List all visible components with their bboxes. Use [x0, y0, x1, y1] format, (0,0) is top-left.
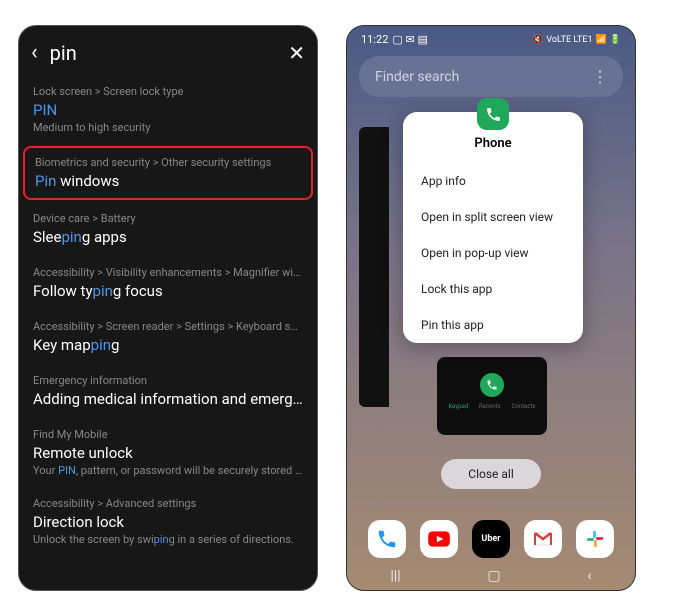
- result-breadcrumb: Find My Mobile: [33, 428, 303, 441]
- dock-slack-icon[interactable]: [576, 520, 614, 558]
- phone-app-icon[interactable]: [477, 98, 509, 130]
- battery-icon: 🔋: [610, 35, 621, 45]
- phone-fab-icon: [480, 373, 504, 397]
- finder-placeholder: Finder search: [375, 69, 459, 85]
- dock-uber-icon[interactable]: Uber: [472, 520, 510, 558]
- search-result-item[interactable]: Accessibility > Screen reader > Settings…: [19, 310, 317, 364]
- recent-card-background[interactable]: [359, 127, 389, 407]
- result-breadcrumb: Accessibility > Screen reader > Settings…: [33, 320, 303, 333]
- search-result-item[interactable]: Biometrics and security > Other security…: [23, 146, 313, 200]
- result-title: Key mapping: [33, 336, 303, 354]
- context-menu-item[interactable]: Open in split screen view: [403, 199, 583, 235]
- status-bar: 11:22 ▢ ✉ ▤ 🔇 VoLTE LTE1 📶 🔋: [347, 26, 635, 50]
- mute-icon: 🔇: [532, 35, 543, 45]
- result-breadcrumb: Accessibility > Visibility enhancements …: [33, 266, 303, 279]
- network-label: VoLTE LTE1: [546, 35, 592, 45]
- result-breadcrumb: Device care > Battery: [33, 212, 303, 225]
- search-result-item[interactable]: Accessibility > Visibility enhancements …: [19, 256, 317, 310]
- recents-screen: 11:22 ▢ ✉ ▤ 🔇 VoLTE LTE1 📶 🔋 Finder sear…: [346, 25, 636, 591]
- result-title: Remote unlock: [33, 444, 303, 462]
- result-title: Follow typing focus: [33, 282, 303, 300]
- navigation-bar: ||| ▢ ‹: [347, 562, 635, 590]
- search-input[interactable]: pin: [50, 41, 277, 65]
- back-icon[interactable]: ‹: [31, 40, 38, 65]
- result-subtitle: Medium to high security: [33, 121, 303, 134]
- search-result-item[interactable]: Device care > Battery Sleeping apps: [19, 202, 317, 256]
- result-breadcrumb: Emergency information: [33, 374, 303, 387]
- status-icons-left: ▢ ✉ ▤: [392, 33, 427, 46]
- settings-search-screen: ‹ pin ✕ Lock screen > Screen lock type PI…: [18, 25, 318, 591]
- nav-home-icon[interactable]: ▢: [467, 564, 520, 588]
- recent-app-card[interactable]: Keypad Recents Contacts: [437, 357, 547, 435]
- dock-youtube-icon[interactable]: [420, 520, 458, 558]
- result-breadcrumb: Accessibility > Advanced settings: [33, 497, 303, 510]
- search-result-item[interactable]: Emergency information Adding medical info…: [19, 364, 317, 418]
- signal-icon: 📶: [596, 35, 607, 45]
- dock: Uber: [347, 520, 635, 558]
- search-results: Lock screen > Screen lock type PIN Medium …: [19, 75, 317, 564]
- search-result-item[interactable]: Lock screen > Screen lock type PIN Medium …: [19, 75, 317, 144]
- result-title: Pin windows: [35, 172, 301, 190]
- search-header: ‹ pin ✕: [19, 26, 317, 75]
- result-title: Adding medical information and emerg…: [33, 390, 303, 408]
- clock: 11:22: [361, 33, 388, 46]
- result-title: PIN: [33, 101, 303, 119]
- result-breadcrumb: Biometrics and security > Other security…: [35, 156, 301, 169]
- result-breadcrumb: Lock screen > Screen lock type: [33, 85, 303, 98]
- clear-search-icon[interactable]: ✕: [288, 41, 305, 65]
- result-title: Direction lock: [33, 513, 303, 531]
- context-menu-title: Phone: [403, 130, 583, 163]
- search-result-item[interactable]: Find My Mobile Remote unlock Your PIN, pat…: [19, 418, 317, 487]
- dock-phone-icon[interactable]: [368, 520, 406, 558]
- nav-recents-icon[interactable]: |||: [370, 564, 420, 588]
- close-all-button[interactable]: Close all: [441, 459, 541, 489]
- more-options-icon[interactable]: ⋮: [592, 67, 607, 86]
- context-menu-item[interactable]: Pin this app: [403, 307, 583, 343]
- app-context-menu: Phone App infoOpen in split screen viewO…: [403, 112, 583, 343]
- dock-gmail-icon[interactable]: [524, 520, 562, 558]
- finder-search-bar[interactable]: Finder search ⋮: [359, 56, 623, 97]
- result-title: Sleeping apps: [33, 228, 303, 246]
- result-subtitle: Unlock the screen by swiping in a series…: [33, 533, 303, 546]
- context-menu-item[interactable]: Open in pop-up view: [403, 235, 583, 271]
- result-subtitle: Your PIN, pattern, or password will be s…: [33, 464, 303, 477]
- recents-area: Phone App infoOpen in split screen viewO…: [347, 107, 635, 447]
- nav-back-icon[interactable]: ‹: [567, 564, 611, 588]
- context-menu-item[interactable]: Lock this app: [403, 271, 583, 307]
- context-menu-item[interactable]: App info: [403, 163, 583, 199]
- search-result-item[interactable]: Accessibility > Advanced settings Directi…: [19, 487, 317, 556]
- mini-tabs: Keypad Recents Contacts: [443, 403, 541, 410]
